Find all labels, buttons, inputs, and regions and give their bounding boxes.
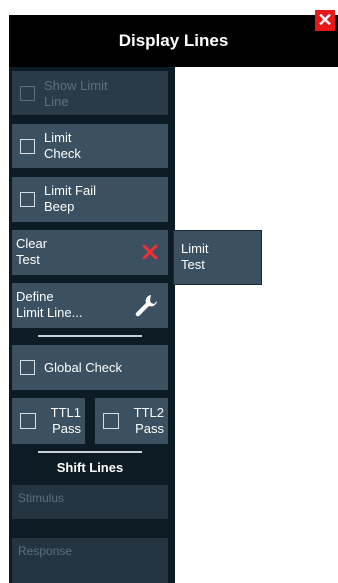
- define-limit-line-label: Define Limit Line...: [16, 289, 83, 320]
- show-limit-line-checkbox[interactable]: [20, 86, 35, 101]
- limit-test-menu-item[interactable]: Limit Test: [173, 230, 262, 285]
- limit-fail-beep-checkbox[interactable]: [20, 192, 35, 207]
- stimulus-field[interactable]: Stimulus: [12, 485, 168, 519]
- global-check-button[interactable]: Global Check: [12, 345, 168, 390]
- limit-fail-beep-button[interactable]: Limit Fail Beep: [12, 177, 168, 222]
- wrench-icon: [135, 295, 157, 317]
- ttl1-pass-checkbox[interactable]: [20, 413, 36, 429]
- clear-test-button[interactable]: Clear Test: [12, 230, 168, 275]
- response-field[interactable]: Response: [12, 538, 168, 583]
- ttl2-pass-checkbox[interactable]: [103, 413, 119, 429]
- limit-fail-beep-label: Limit Fail Beep: [44, 183, 97, 214]
- global-check-label: Global Check: [44, 360, 123, 375]
- global-check-checkbox[interactable]: [20, 360, 35, 375]
- separator: [38, 451, 142, 453]
- show-limit-line-button[interactable]: Show Limit Line: [12, 71, 168, 115]
- limit-check-label: Limit Check: [44, 130, 81, 161]
- ttl2-pass-button[interactable]: TTL2 Pass: [95, 398, 168, 444]
- limit-check-checkbox[interactable]: [20, 139, 35, 154]
- close-button[interactable]: ✕: [315, 10, 335, 31]
- clear-test-label: Clear Test: [16, 236, 48, 267]
- ttl1-pass-label: TTL1 Pass: [50, 405, 81, 436]
- separator: [38, 335, 142, 337]
- ttl1-pass-button[interactable]: TTL1 Pass: [12, 398, 85, 444]
- show-limit-line-label: Show Limit Line: [44, 78, 108, 109]
- close-icon: ✕: [317, 10, 333, 30]
- ttl2-pass-label: TTL2 Pass: [133, 405, 164, 436]
- dialog-title: Display Lines: [9, 15, 338, 67]
- shift-lines-heading: Shift Lines: [56, 460, 124, 475]
- limit-test-label: Limit Test: [181, 241, 209, 272]
- limit-check-button[interactable]: Limit Check: [12, 124, 168, 168]
- softkey-panel: Show Limit Line Limit Check Limit Fail B…: [9, 67, 175, 583]
- display-lines-dialog: Display Lines ✕ Show Limit Line Limit Ch…: [0, 0, 338, 583]
- define-limit-line-button[interactable]: Define Limit Line...: [12, 283, 168, 328]
- close-x-icon: [142, 244, 158, 260]
